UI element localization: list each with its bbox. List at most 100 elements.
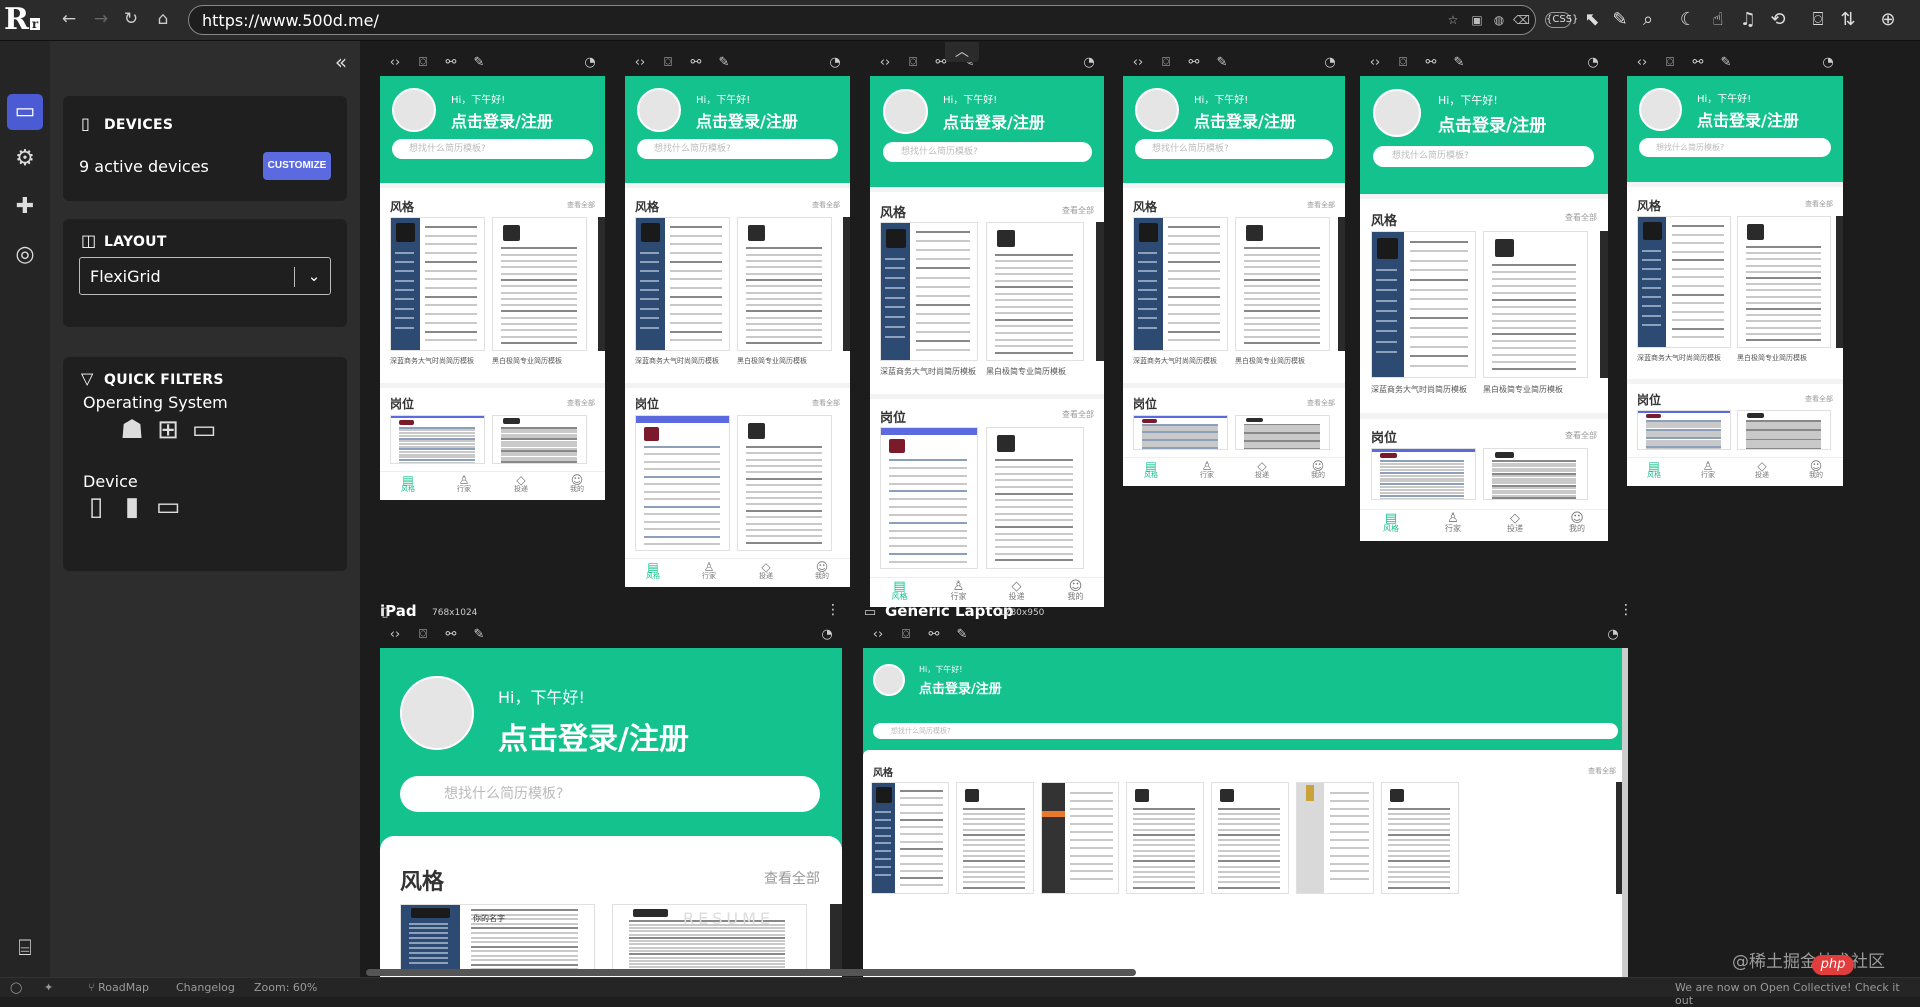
- code-icon[interactable]: ‹›: [876, 54, 894, 72]
- tab-style[interactable]: ▤ 风格: [380, 474, 436, 493]
- add-device-icon[interactable]: ⊕: [1876, 8, 1900, 32]
- code-icon[interactable]: ‹›: [869, 626, 887, 644]
- layout-select[interactable]: FlexiGrid ⌄: [79, 257, 331, 295]
- windows-icon[interactable]: ⊞: [153, 415, 183, 445]
- resume-thumbnail-3[interactable]: [390, 415, 485, 464]
- code-icon[interactable]: ‹›: [1633, 54, 1651, 72]
- login-link[interactable]: 点击登录/注册: [498, 714, 689, 758]
- login-link[interactable]: 点击登录/注册: [1194, 108, 1296, 132]
- resume-thumbnail-2[interactable]: [986, 222, 1084, 361]
- edit-icon[interactable]: ✎: [470, 626, 488, 644]
- code-icon[interactable]: ‹›: [631, 54, 649, 72]
- screenshot-icon[interactable]: ⌼: [904, 54, 922, 72]
- sync-icon[interactable]: ⚯: [442, 626, 460, 644]
- sync-icon[interactable]: ⚯: [1689, 54, 1707, 72]
- search-input[interactable]: 想找什么简历模板?: [637, 139, 838, 159]
- tab-experts[interactable]: ♙ 行家: [681, 561, 737, 580]
- tab-deliver[interactable]: ◇ 投递: [1234, 460, 1290, 479]
- resume-thumbnail-2[interactable]: [492, 217, 587, 351]
- login-link[interactable]: 点击登录/注册: [1438, 111, 1546, 136]
- see-all-link[interactable]: 查看全部: [1062, 409, 1094, 420]
- resume-thumbnail-1[interactable]: [635, 217, 730, 351]
- desktop-os-icon[interactable]: ▭: [189, 415, 219, 445]
- tab-deliver[interactable]: ◇ 投递: [987, 580, 1046, 601]
- globe-icon[interactable]: ◎: [7, 237, 43, 273]
- resume-thumbnail-1[interactable]: [1637, 216, 1731, 348]
- tab-style[interactable]: ▤ 风格: [1123, 460, 1179, 479]
- extensions-icon[interactable]: ✚: [7, 189, 43, 225]
- avatar[interactable]: [873, 664, 905, 696]
- code-icon[interactable]: ‹›: [1366, 54, 1384, 72]
- search-input[interactable]: 想找什么简历模板?: [1373, 146, 1594, 167]
- tab-deliver[interactable]: ◇ 投递: [493, 474, 549, 493]
- see-all-link[interactable]: 查看全部: [1805, 394, 1833, 404]
- resume-thumbnail-3[interactable]: [1133, 415, 1228, 450]
- see-all-link[interactable]: 查看全部: [1307, 200, 1335, 210]
- resume-thumbnail-13[interactable]: [1126, 782, 1204, 894]
- code-icon[interactable]: ‹›: [1129, 54, 1147, 72]
- tab-style[interactable]: ▤ 风格: [625, 561, 681, 580]
- resume-thumbnail-3[interactable]: [880, 427, 978, 569]
- mobile-icon[interactable]: ▯: [81, 492, 111, 522]
- github-icon[interactable]: ◯: [10, 981, 22, 994]
- more-menu-icon[interactable]: ⋮: [1619, 602, 1633, 618]
- screenshot-icon[interactable]: ⌼: [414, 626, 432, 644]
- resume-thumbnail-3[interactable]: [1371, 448, 1476, 500]
- twitter-icon[interactable]: ✦: [44, 981, 53, 994]
- code-icon[interactable]: ‹›: [386, 54, 404, 72]
- resume-thumbnail-3[interactable]: [1637, 410, 1731, 450]
- delete-storage-icon[interactable]: ▣: [1469, 12, 1485, 28]
- rotate-icon[interactable]: ◔: [1080, 54, 1098, 72]
- see-all-link[interactable]: 查看全部: [567, 200, 595, 210]
- avatar[interactable]: [1135, 88, 1179, 132]
- sync-icon[interactable]: ⚯: [442, 54, 460, 72]
- sync-icon[interactable]: ⚯: [1185, 54, 1203, 72]
- sync-icon[interactable]: ⚯: [1422, 54, 1440, 72]
- roadmap-link[interactable]: ⑂ RoadMap: [88, 981, 149, 994]
- resume-thumbnail-5[interactable]: 你的名字: [400, 904, 595, 974]
- resume-thumbnail-1[interactable]: [880, 222, 978, 361]
- star-icon[interactable]: ☆: [1445, 12, 1461, 28]
- see-all-link[interactable]: 查看全部: [1307, 398, 1335, 408]
- clear-cache-icon[interactable]: ⌫: [1513, 12, 1530, 28]
- see-all-link[interactable]: 查看全部: [567, 398, 595, 408]
- monitor-icon[interactable]: ▭: [153, 492, 183, 522]
- resume-thumbnail-15[interactable]: [1296, 782, 1374, 894]
- gift-icon[interactable]: ⌸: [12, 936, 38, 962]
- rotate-icon[interactable]: ◔: [581, 54, 599, 72]
- resume-thumbnail-2[interactable]: [1737, 216, 1831, 348]
- avatar[interactable]: [1373, 89, 1421, 137]
- tab-experts[interactable]: ♙ 行家: [436, 474, 492, 493]
- zoom-area-icon[interactable]: ⌕: [1636, 8, 1660, 32]
- resume-thumbnail-4[interactable]: [492, 415, 587, 464]
- resume-thumbnail-1[interactable]: [390, 217, 485, 351]
- sync-icon[interactable]: ⚯: [687, 54, 705, 72]
- screenshot-icon[interactable]: ⌼: [659, 54, 677, 72]
- edit-icon[interactable]: ✎: [470, 54, 488, 72]
- screenshot-icon[interactable]: ⌼: [1806, 8, 1830, 32]
- avatar[interactable]: [637, 88, 681, 132]
- see-all-link[interactable]: 查看全部: [812, 398, 840, 408]
- cookie-icon[interactable]: ◍: [1491, 12, 1507, 28]
- login-link[interactable]: 点击登录/注册: [919, 678, 1002, 697]
- login-link[interactable]: 点击登录/注册: [943, 109, 1045, 133]
- edit-icon[interactable]: ✎: [953, 626, 971, 644]
- chevron-down-icon[interactable]: ⌄: [302, 264, 326, 288]
- code-icon[interactable]: ‹›: [386, 626, 404, 644]
- resume-thumbnail-4[interactable]: [1483, 448, 1588, 500]
- tab-experts[interactable]: ♙ 行家: [1681, 460, 1735, 479]
- edit-icon[interactable]: ✎: [1717, 54, 1735, 72]
- rotate-icon[interactable]: ◔: [826, 54, 844, 72]
- avatar[interactable]: [883, 89, 928, 134]
- see-all-link[interactable]: 查看全部: [1062, 205, 1094, 216]
- inspect-element-icon[interactable]: ⬉: [1580, 8, 1604, 32]
- horizontal-scrollbar[interactable]: [366, 969, 1136, 976]
- resume-thumbnail-3[interactable]: [635, 415, 730, 551]
- forward-arrow-icon[interactable]: →: [90, 8, 112, 30]
- see-all-link[interactable]: 查看全部: [764, 868, 820, 888]
- mute-icon[interactable]: ♫: [1736, 8, 1760, 32]
- see-all-link[interactable]: 查看全部: [812, 200, 840, 210]
- home-icon[interactable]: ⌂: [152, 8, 174, 30]
- resume-thumbnail-11[interactable]: [956, 782, 1034, 894]
- screenshot-icon[interactable]: ⌼: [414, 54, 432, 72]
